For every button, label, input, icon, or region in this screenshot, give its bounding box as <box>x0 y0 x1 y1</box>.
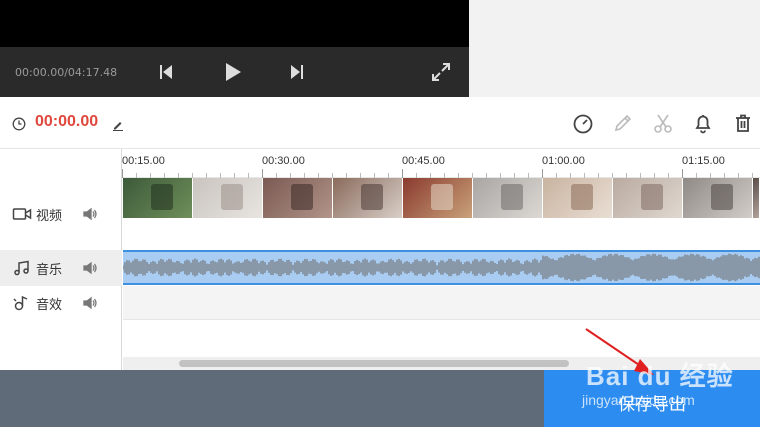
video-clip[interactable] <box>123 178 760 218</box>
video-thumbnail <box>753 178 760 218</box>
clock-icon <box>12 116 26 131</box>
video-thumbnail <box>683 178 753 218</box>
music-note-icon <box>14 260 29 276</box>
track-video[interactable]: 视频 <box>0 178 122 250</box>
editor-toolbar: 00:00.00 <box>0 97 760 149</box>
ruler-tick-label: 01:15.00 <box>682 155 725 167</box>
track-music[interactable]: 音乐 <box>0 250 122 286</box>
speed-icon[interactable] <box>572 112 594 134</box>
previous-icon[interactable] <box>154 60 178 84</box>
ruler-tick <box>122 169 123 178</box>
ruler-tick <box>402 169 403 178</box>
bell-icon[interactable] <box>692 112 714 134</box>
sfx-lane[interactable] <box>123 286 760 320</box>
ruler-tick-label: 00:15.00 <box>122 155 165 167</box>
track-sfx[interactable]: 音效 <box>0 286 122 320</box>
video-thumbnail <box>333 178 403 218</box>
footer-bar: 保存导出 <box>0 370 760 427</box>
speaker-icon[interactable] <box>82 296 98 310</box>
video-thumbnail <box>613 178 683 218</box>
ruler-tick <box>262 169 263 178</box>
video-thumbnail <box>123 178 193 218</box>
edit-time-icon[interactable] <box>112 116 124 131</box>
video-thumbnail <box>543 178 613 218</box>
ruler-tick-label: 00:30.00 <box>262 155 305 167</box>
preview-side-panel <box>469 0 760 97</box>
track-sfx-label: 音效 <box>36 297 63 313</box>
timeline-scrollbar[interactable] <box>123 357 760 370</box>
video-thumbnail <box>193 178 263 218</box>
video-preview[interactable]: 00:00.00/04:17.48 <box>0 0 469 97</box>
fullscreen-icon[interactable] <box>429 60 453 84</box>
speaker-icon[interactable] <box>82 261 98 275</box>
time-ruler[interactable]: 00:15.00 00:30.00 00:45.00 01:00.00 01:1… <box>122 149 760 178</box>
save-export-label: 保存导出 <box>618 395 686 415</box>
player-controls: 00:00.00/04:17.48 <box>0 47 469 97</box>
next-icon[interactable] <box>285 60 309 84</box>
track-video-label: 视频 <box>36 208 63 224</box>
video-camera-icon <box>12 208 32 220</box>
play-icon[interactable] <box>220 60 244 84</box>
video-thumbnail <box>473 178 543 218</box>
save-export-button[interactable]: 保存导出 <box>544 370 760 427</box>
scissors-icon[interactable] <box>652 112 674 134</box>
audio-waveform <box>122 253 760 282</box>
video-thumbnail <box>403 178 473 218</box>
timeline: 视频 音乐 音效 00:15.00 00:30.00 00:45.00 01:0… <box>0 149 760 370</box>
scrollbar-thumb[interactable] <box>179 360 569 367</box>
video-editor: 00:00.00/04:17.48 00:00.00 视频 音乐 音效 00:1… <box>0 0 760 427</box>
trash-icon[interactable] <box>732 112 754 134</box>
playback-time: 00:00.00/04:17.48 <box>15 66 118 79</box>
current-time: 00:00.00 <box>35 113 99 130</box>
sound-effect-icon <box>13 295 28 311</box>
ruler-tick-label: 01:00.00 <box>542 155 585 167</box>
music-clip[interactable] <box>122 250 760 285</box>
ruler-tick <box>542 169 543 178</box>
pencil-icon[interactable] <box>612 112 634 134</box>
track-label-column: 视频 音乐 音效 <box>0 149 122 370</box>
track-music-label: 音乐 <box>36 262 63 278</box>
video-thumbnail <box>263 178 333 218</box>
ruler-tick-label: 00:45.00 <box>402 155 445 167</box>
ruler-tick <box>682 169 683 178</box>
speaker-icon[interactable] <box>82 207 98 221</box>
